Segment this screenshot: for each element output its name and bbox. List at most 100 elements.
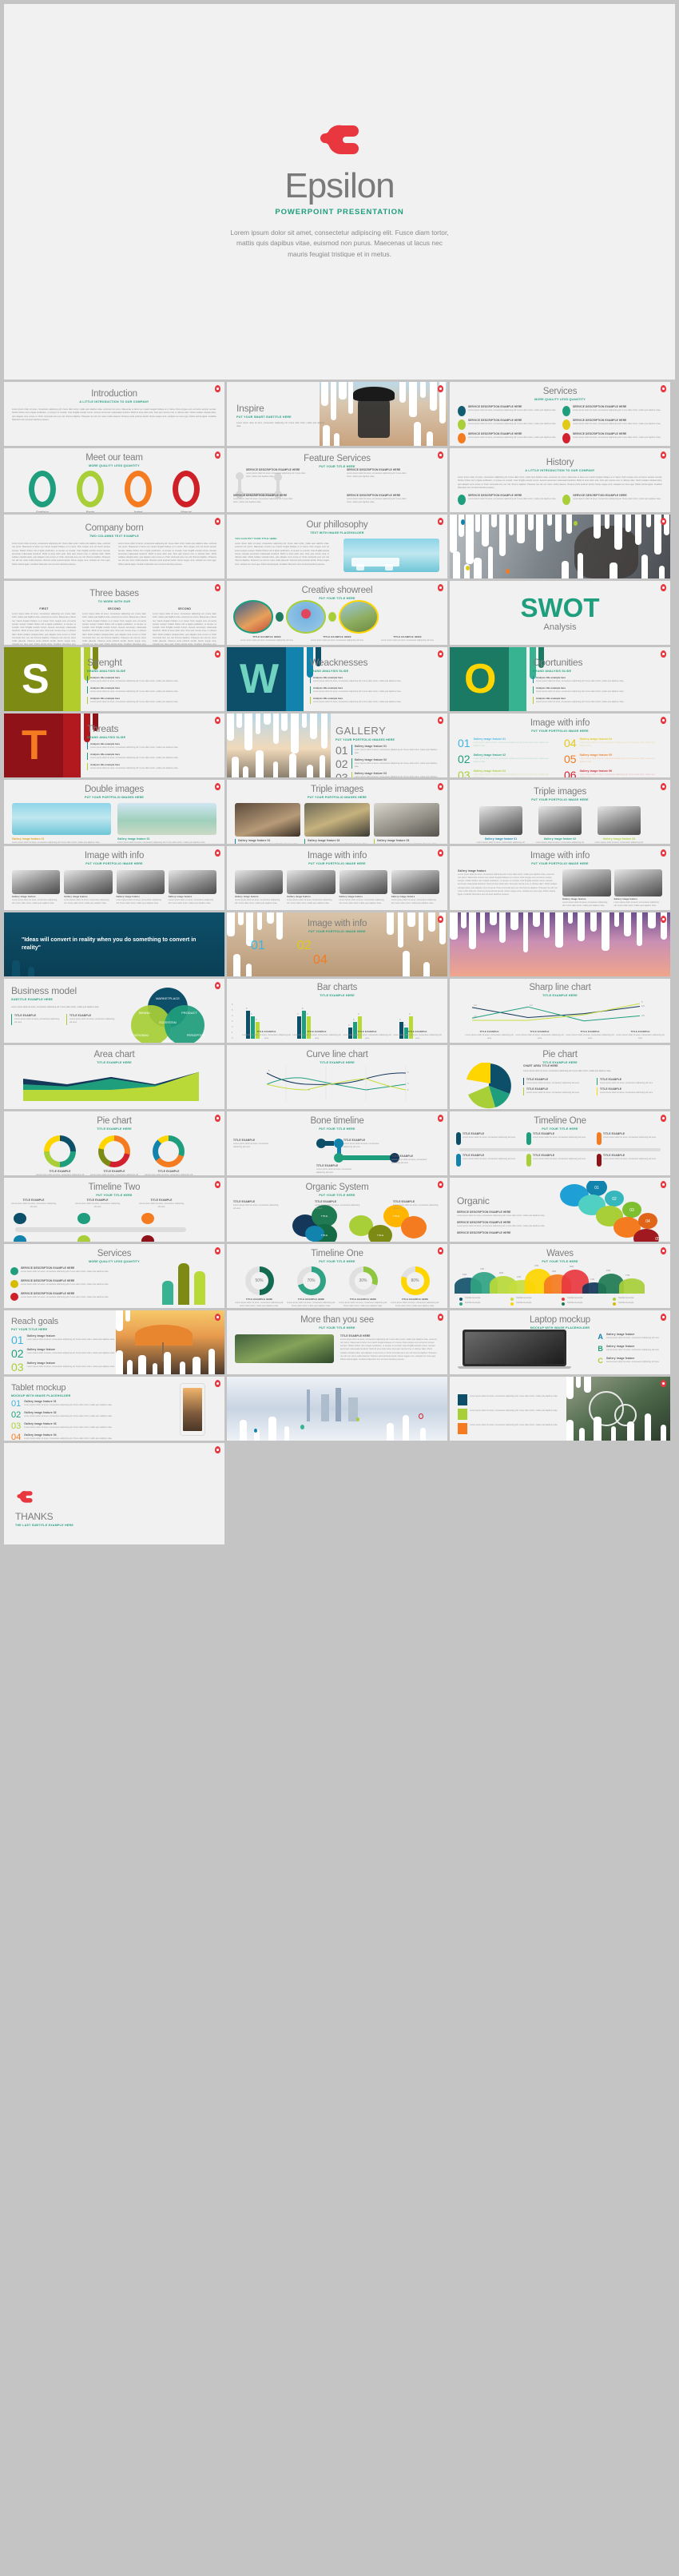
gallery-photo[interactable]	[287, 870, 336, 894]
goal-item[interactable]: 01 Gallery image feature Lorem ipsum dolor…	[11, 1334, 115, 1346]
slide-more-than-you-see[interactable]: More than you see PUT YOUR TITLE HERE TI…	[227, 1310, 447, 1374]
service-item[interactable]: SERVICE DESCRIPTION EXAMPLE HERE Lorem ip…	[458, 419, 558, 430]
gallery-photo[interactable]	[538, 806, 582, 835]
slide-threats[interactable]: T Threats BRAND ANALYSIS SLIDE Analysis …	[4, 714, 224, 777]
slide-area-chart[interactable]: Area chart TITLE EXAMPLE HERE 01 23 456	[4, 1045, 224, 1109]
tablet-item[interactable]: 04 Gallery image feature 04 Lorem ipsum do…	[11, 1433, 131, 1441]
slide-triple-images-1[interactable]: Triple images PUT YOUR PORTFOLIO IMAGES …	[227, 780, 447, 844]
slide-city-image[interactable]	[227, 1377, 447, 1441]
contact-item[interactable]: Lorem ipsum dolor sit amet, consectetur …	[458, 1394, 558, 1405]
gallery-photo[interactable]	[168, 870, 216, 894]
slide-timeline-one-donuts[interactable]: Timeline One PUT YOUR TITLE HERE 50% TIT…	[227, 1244, 447, 1308]
slide-pie-chart-donuts[interactable]: Pie chart TITLE EXAMPLE HERE TITLE EXAMP…	[4, 1111, 224, 1175]
slide-curve-line-chart[interactable]: Curve line chart TITLE EXAMPLE HERE 01 2…	[227, 1045, 447, 1109]
slide-bar-charts[interactable]: Bar charts TITLE EXAMPLE HERE 012 3456 5…	[227, 979, 447, 1043]
slide-image-with-info-c[interactable]: Image with info PUT YOUR PORTFOLIO IMAGE…	[450, 846, 670, 910]
slide-pie-chart[interactable]: Pie chart TITLE EXAMPLE HERE CHART AREA …	[450, 1045, 670, 1109]
slide-thanks[interactable]: Lorem ipsum dolor sit amet, consectetur …	[450, 1377, 670, 1441]
analysis-item[interactable]: Analysis title example here Lorem ipsum d…	[87, 742, 218, 750]
slide-tablet-mockup[interactable]: Tablet mockup MOCKUP WITH IMAGE PLACEHOL…	[4, 1377, 224, 1441]
tablet-item[interactable]: 03 Gallery image feature 03 Lorem ipsum do…	[11, 1422, 131, 1431]
slide-timeline-one-a[interactable]: Timeline One PUT YOUR TITLE HERE TITLE E…	[450, 1111, 670, 1175]
slide-laptop-mockup[interactable]: Laptop mockup MOCKUP WITH IMAGE PLACEHOL…	[450, 1310, 670, 1374]
goal-item[interactable]: 03 Gallery image feature Lorem ipsum dolor…	[11, 1362, 115, 1373]
slide-image-with-info-a[interactable]: Image with info PUT YOUR PORTFOLIO IMAGE…	[4, 846, 224, 910]
analysis-item[interactable]: Analysis title example here Lorem ipsum d…	[310, 676, 441, 684]
info-item[interactable]: 03 Gallery image feature 03 Lorem ipsum do…	[458, 769, 556, 777]
slide-oportunities[interactable]: O Oportunities BRAND ANALYSIS SLIDE Anal…	[450, 647, 670, 711]
slide-meet-our-team[interactable]: Meet our team MORE QUALITY LESS QUANTITY…	[4, 448, 224, 512]
slide-quote[interactable]: "Ideas will convert in reality when you …	[4, 912, 224, 976]
analysis-item[interactable]: Analysis title example here Lorem ipsum d…	[87, 686, 218, 694]
gallery-photo[interactable]	[235, 803, 300, 837]
slide-history[interactable]: History A LITTLE INTRODUCTION TO OUR COM…	[450, 448, 670, 512]
slide-business-model[interactable]: Business model SUBTITLE EXAMPLE HERE Lor…	[4, 979, 224, 1043]
info-item[interactable]: 05 Gallery image feature 05 Lorem ipsum do…	[564, 753, 662, 765]
slide-timeline-two[interactable]: Timeline Two PUT YOUR TITLE HERE TITLE E…	[4, 1178, 224, 1242]
gallery-photo[interactable]	[339, 870, 387, 894]
info-item[interactable]: 01 Gallery image feature 01 Lorem ipsum do…	[458, 737, 556, 749]
analysis-item[interactable]: Analysis title example here Lorem ipsum d…	[533, 676, 664, 684]
tablet-item[interactable]: 02 Gallery image feature 02 Lorem ipsum do…	[11, 1411, 131, 1420]
team-member[interactable]: Paola Sales Manager Lorem ipsum dolor si…	[68, 471, 113, 512]
gallery-photo[interactable]	[117, 803, 216, 835]
slide-organic-system[interactable]: Organic System PUT YOUR TITLE HERE TITLE…	[227, 1178, 447, 1242]
history-item[interactable]: SERVICE DESCRIPTION EXAMPLE HERE Lorem ip…	[562, 494, 661, 505]
history-item[interactable]: SERVICE DESCRIPTION EXAMPLE HERE Lorem ip…	[458, 494, 556, 505]
team-member[interactable]: Isabel Account Manager Lorem ipsum dolor…	[116, 471, 161, 512]
service-item[interactable]: SERVICE DESCRIPTION EXAMPLE HERE Lorem ip…	[458, 405, 558, 416]
gallery-item[interactable]: 03 Gallery image feature 03 Lorem ipsum d…	[336, 772, 441, 777]
gallery-photo[interactable]	[562, 869, 611, 896]
tablet-item[interactable]: 01 Gallery image feature 01 Lorem ipsum do…	[11, 1400, 131, 1409]
slide-our-philosophy[interactable]: Our phillosophy TEXT WITH IMAGE PLACEHOL…	[227, 515, 447, 578]
slide-image-full-purple[interactable]	[450, 912, 670, 976]
service-item[interactable]: SERVICE DESCRIPTION EXAMPLE HERE Lorem ip…	[10, 1292, 122, 1301]
analysis-item[interactable]: Analysis title example here Lorem ipsum d…	[310, 686, 441, 694]
slide-weacknesses[interactable]: W Weacknesses BRAND ANALYSIS SLIDE Analy…	[227, 647, 447, 711]
analysis-item[interactable]: Analysis title example here Lorem ipsum d…	[87, 676, 218, 684]
gallery-photo[interactable]	[116, 870, 165, 894]
slide-sharp-line-chart[interactable]: Sharp line chart TITLE EXAMPLE HERE 01 2…	[450, 979, 670, 1043]
gallery-photo[interactable]	[613, 869, 662, 896]
contact-item[interactable]: Lorem ipsum dolor sit amet, consectetur …	[458, 1423, 558, 1434]
analysis-item[interactable]: Analysis title example here Lorem ipsum d…	[87, 697, 218, 705]
gallery-photo[interactable]	[391, 870, 439, 894]
slide-strenght[interactable]: S Strenght BRAND ANALYSIS SLIDE Analysis…	[4, 647, 224, 711]
gallery-item[interactable]: 02 Gallery image feature 02 Lorem ipsum d…	[336, 758, 441, 769]
slide-image-full-woman[interactable]	[450, 515, 670, 578]
analysis-item[interactable]: Analysis title example here Lorem ipsum d…	[87, 763, 218, 771]
slide-organic[interactable]: Organic SERVICE DESCRIPTION EXAMPLE HERE…	[450, 1178, 670, 1242]
gallery-photo[interactable]	[12, 803, 111, 835]
slide-waves[interactable]: Waves PUT YOUR TITLE HERE 51% 73% 60% 47% …	[450, 1244, 670, 1308]
service-item[interactable]: SERVICE DESCRIPTION EXAMPLE HERE Lorem ip…	[562, 405, 662, 416]
gallery-photo[interactable]	[479, 806, 522, 835]
slide-gallery[interactable]: GALLERY PUT YOUR PORTFOLIO IMAGES HERE 0…	[227, 714, 447, 777]
gallery-item[interactable]: 01 Gallery image feature 01 Lorem ipsum d…	[336, 745, 441, 756]
gallery-photo[interactable]	[12, 870, 61, 894]
gallery-photo[interactable]	[304, 803, 370, 837]
analysis-item[interactable]: Analysis title example here Lorem ipsum d…	[533, 697, 664, 705]
slide-image-with-info-b[interactable]: Image with info PUT YOUR PORTFOLIO IMAGE…	[227, 846, 447, 910]
slide-image-with-info-numbers[interactable]: Image with info PUT YOUR PORTFOLIO IMAGE…	[227, 912, 447, 976]
gallery-photo[interactable]	[64, 870, 113, 894]
gallery-photo[interactable]	[235, 870, 284, 894]
gallery-photo[interactable]	[374, 803, 439, 837]
slide-services[interactable]: Services MORE QUALITY LESS QUANTITY SERV…	[450, 382, 670, 446]
slide-reach-goals[interactable]: Reach goals PUT YOUR TITLE HERE 01 Galler…	[4, 1310, 224, 1374]
service-item[interactable]: SERVICE DESCRIPTION EXAMPLE HERE Lorem ip…	[10, 1279, 122, 1288]
slide-thank-you[interactable]: THANKS THE LAST SUBTITLE EXAMPLE HERE	[4, 1443, 224, 1544]
team-member[interactable]: Manuel Copywriter Lorem ipsum dolor sit …	[164, 471, 208, 512]
photo[interactable]	[235, 1334, 334, 1363]
info-item[interactable]: 04 Gallery image feature 04 Lorem ipsum do…	[564, 737, 662, 749]
slide-swot-analysis[interactable]: SWOT Analysis	[450, 581, 670, 645]
slide-double-images[interactable]: Double images PUT YOUR PORTFOLIO IMAGES …	[4, 780, 224, 844]
team-member[interactable]: Santiago Creative Director Lorem ipsum d…	[20, 471, 65, 512]
slide-three-bases[interactable]: Three bases TO WORK WITH OUR FIRST Lorem …	[4, 581, 224, 645]
slide-inspire[interactable]: Inspire PUT YOUR SMART SUBTITLE HERE Lor…	[227, 382, 447, 446]
slide-creative-showreel[interactable]: Creative showreel PUT YOUR TITLE HERE TI…	[227, 581, 447, 645]
analysis-item[interactable]: Analysis title example here Lorem ipsum d…	[87, 753, 218, 761]
service-item[interactable]: SERVICE DESCRIPTION EXAMPLE HERE Lorem ip…	[458, 432, 558, 443]
contact-item[interactable]: Lorem ipsum dolor sit amet, consectetur …	[458, 1409, 558, 1420]
service-item[interactable]: SERVICE DESCRIPTION EXAMPLE HERE Lorem ip…	[10, 1266, 122, 1275]
info-item[interactable]: 02 Gallery image feature 02 Lorem ipsum do…	[458, 753, 556, 765]
